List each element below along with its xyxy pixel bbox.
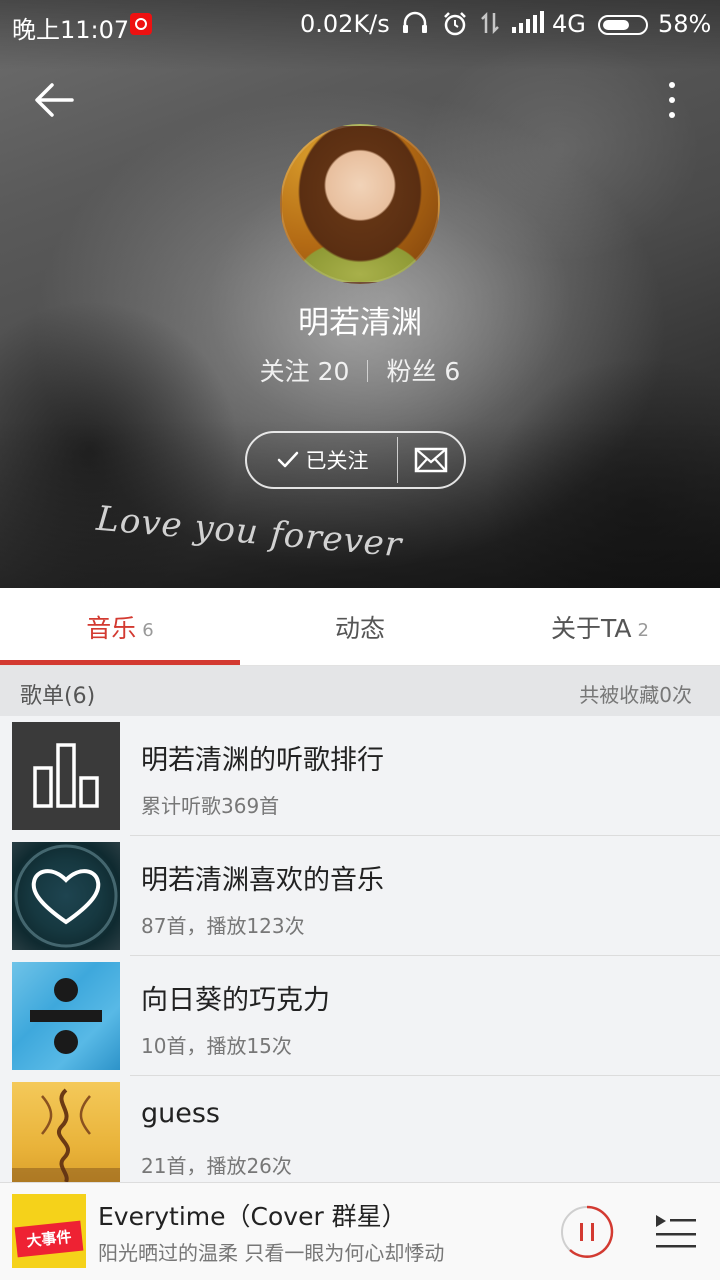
status-battery-percent: 58% bbox=[658, 10, 712, 38]
profile-stats: 关注 20 粉丝 6 bbox=[0, 352, 720, 388]
tab-music-label: 音乐 bbox=[86, 614, 137, 643]
tab-about-label: 关于TA bbox=[551, 614, 632, 643]
envelope-icon bbox=[414, 447, 448, 473]
netease-music-icon bbox=[130, 13, 152, 35]
section-meta: 共被收藏0次 bbox=[579, 683, 692, 707]
tab-about-count: 2 bbox=[637, 619, 649, 641]
tab-about[interactable]: 关于TA 2 bbox=[480, 588, 720, 666]
more-options-button[interactable] bbox=[654, 76, 690, 124]
battery-icon bbox=[598, 15, 648, 35]
playlist-title: 明若清渊喜欢的音乐 bbox=[141, 865, 384, 896]
more-dot-icon bbox=[669, 97, 675, 103]
alarm-icon bbox=[442, 11, 468, 43]
back-arrow-icon bbox=[35, 83, 74, 117]
playlist-cover bbox=[12, 842, 120, 950]
check-icon bbox=[277, 451, 298, 468]
divide-album-art bbox=[30, 978, 102, 1054]
followers-link[interactable]: 粉丝 6 bbox=[386, 357, 460, 386]
followers-count: 6 bbox=[444, 357, 461, 386]
following-button[interactable]: 已关注 bbox=[247, 433, 397, 487]
more-dot-icon bbox=[669, 82, 675, 88]
now-playing-title: Everytime（Cover 群星） bbox=[98, 1202, 407, 1231]
playlist-section-header: 歌单(6) 共被收藏0次 bbox=[0, 666, 720, 716]
playlist-subtitle: 21首，播放26次 bbox=[141, 1154, 292, 1178]
playlist-subtitle: 10首，播放15次 bbox=[141, 1034, 292, 1058]
tab-activity-label: 动态 bbox=[334, 614, 385, 643]
tab-music-count: 6 bbox=[142, 619, 154, 641]
heart-icon bbox=[14, 844, 118, 948]
status-network: 4G bbox=[552, 10, 586, 38]
following-label: 关注 bbox=[259, 357, 310, 386]
follow-actions: 已关注 bbox=[245, 431, 466, 489]
profile-banner: Love you forever bbox=[0, 0, 720, 588]
playlist-row[interactable]: 明若清渊的听歌排行 累计听歌369首 bbox=[0, 716, 720, 836]
playlist-subtitle: 87首，播放123次 bbox=[141, 914, 305, 938]
section-title: 歌单(6) bbox=[20, 684, 96, 709]
tab-music[interactable]: 音乐 6 bbox=[0, 588, 240, 666]
headphones-icon bbox=[402, 11, 428, 41]
cover-badge-text: 大事件 bbox=[14, 1220, 84, 1258]
playlist-queue-button[interactable] bbox=[654, 1213, 696, 1249]
signal-icon bbox=[510, 11, 544, 41]
mini-player[interactable]: 大事件 Everytime（Cover 群星） 阳光晒过的温柔 只看一眼为何心却… bbox=[0, 1182, 720, 1280]
status-bar: 晚上11:07 0.02K/s 4G 58% bbox=[0, 0, 720, 50]
more-dot-icon bbox=[669, 112, 675, 118]
playlist-row[interactable]: 明若清渊喜欢的音乐 87首，播放123次 bbox=[0, 836, 720, 956]
now-playing-cover[interactable]: 大事件 bbox=[12, 1194, 86, 1268]
stats-divider bbox=[367, 360, 369, 382]
playlist-title: 向日葵的巧克力 bbox=[141, 985, 330, 1016]
playlist-cover bbox=[12, 962, 120, 1070]
status-speed: 0.02K/s bbox=[300, 10, 390, 38]
active-tab-indicator bbox=[0, 660, 240, 665]
following-button-label: 已关注 bbox=[305, 449, 369, 473]
back-button[interactable] bbox=[30, 78, 82, 122]
data-arrows-icon bbox=[480, 11, 500, 41]
playlist-cover bbox=[12, 1082, 120, 1182]
playlist-list: 明若清渊的听歌排行 累计听歌369首 明若清渊喜欢的音乐 87首，播放123次 … bbox=[0, 716, 720, 1182]
avatar[interactable] bbox=[280, 124, 440, 284]
playlist-title: guess bbox=[141, 1098, 220, 1129]
pause-icon bbox=[561, 1205, 614, 1258]
playlist-row[interactable]: guess 21首，播放26次 bbox=[0, 1076, 720, 1182]
playlist-title: 明若清渊的听歌排行 bbox=[141, 745, 384, 776]
profile-name: 明若清渊 bbox=[298, 305, 422, 341]
tab-activity[interactable]: 动态 bbox=[240, 588, 480, 666]
molly-album-art bbox=[12, 1088, 120, 1182]
pause-button[interactable] bbox=[560, 1205, 614, 1259]
following-link[interactable]: 关注 20 bbox=[260, 357, 350, 386]
queue-list-icon bbox=[656, 1215, 696, 1248]
following-count: 20 bbox=[317, 357, 350, 386]
status-time: 晚上11:07 bbox=[12, 16, 130, 44]
message-button[interactable] bbox=[398, 433, 464, 487]
profile-tabs: 音乐 6 动态 关于TA 2 bbox=[0, 588, 720, 666]
playlist-row[interactable]: 向日葵的巧克力 10首，播放15次 bbox=[0, 956, 720, 1076]
now-playing-lyric: 阳光晒过的温柔 只看一眼为何心却悸动 bbox=[98, 1241, 445, 1265]
ranking-bars-icon bbox=[33, 743, 99, 808]
playlist-cover bbox=[12, 722, 120, 830]
playlist-subtitle: 累计听歌369首 bbox=[141, 794, 280, 818]
followers-label: 粉丝 bbox=[386, 357, 437, 386]
